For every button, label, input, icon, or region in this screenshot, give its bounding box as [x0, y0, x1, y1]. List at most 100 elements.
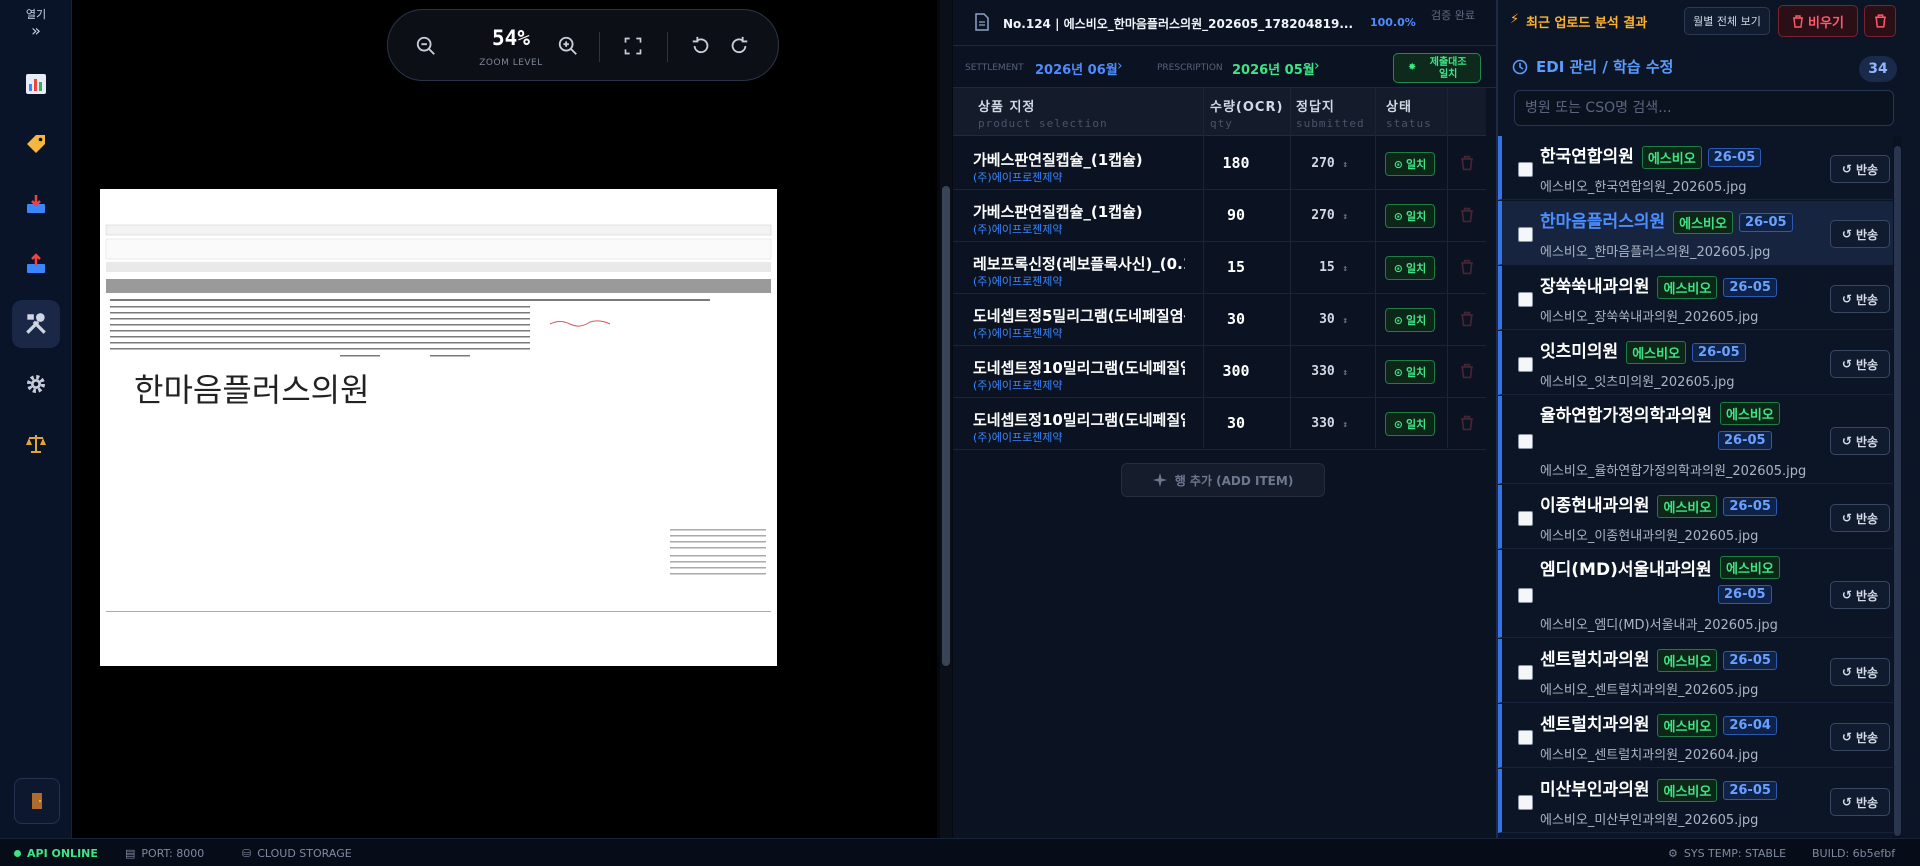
product-name[interactable]: 가베스판연질캡슐_(1캡슐) [973, 149, 1185, 170]
cso-tag: 에스비오 [1657, 275, 1718, 299]
qty-value[interactable]: 90 [1196, 206, 1276, 224]
return-button[interactable]: ↺ 반송 [1830, 723, 1890, 751]
hospital-name: 한국연합의원 에스비오 26-05 [1540, 142, 1762, 169]
nav-settings[interactable] [12, 360, 60, 408]
list-item[interactable]: 미산부인과의원 에스비오 26-05 에스비오_미산부인과의원_202605.jpg ↺… [1498, 769, 1902, 833]
qty-value[interactable]: 180 [1196, 154, 1276, 172]
table-row[interactable]: 도네셉트정5밀리그램(도네페질염산염)(주)에이프로젠제약3030 ↕⊙일치 [953, 294, 1496, 346]
check-circle-icon: ⊙ [1393, 261, 1403, 275]
list-item[interactable]: 센트럴치과의원 에스비오 26-05 에스비오_센트럴치과의원_202605.jpg ↺… [1498, 639, 1902, 703]
qty-value[interactable]: 15 [1196, 258, 1276, 276]
period-tag: 26-05 [1738, 212, 1793, 232]
submitted-number: 270 [1311, 208, 1335, 223]
fit-screen-button[interactable] [619, 32, 647, 60]
table-row[interactable]: 도네셉트정10밀리그램(도네페질염산염)(주)에이프로젠제약 30 330 ↕ ⊙일치 [953, 398, 1496, 450]
undo-icon: ↺ [1841, 162, 1852, 176]
table-row[interactable]: 도네셉트정10밀리그램(도네페질염산염)(주)에이프로젠제약 300 330 ↕ ⊙일… [953, 346, 1496, 398]
add-item-button[interactable]: 행 추가 (ADD ITEM) [1121, 463, 1325, 497]
return-button[interactable]: ↺ 반송 [1830, 155, 1890, 183]
nav-outbox[interactable] [12, 240, 60, 288]
file-name: 에스비오_한마음플러스의원_202605.jpg [1540, 245, 1771, 260]
return-button[interactable]: ↺ 반송 [1830, 220, 1890, 248]
cso-tag: 에스비오 [1657, 494, 1718, 518]
trash-icon[interactable] [1460, 155, 1474, 171]
rotate-right-button[interactable] [725, 32, 753, 60]
nav-price-tag[interactable] [12, 120, 60, 168]
nav-tools[interactable] [12, 300, 60, 348]
nav-balance[interactable] [12, 420, 60, 468]
qty-value[interactable]: 300 [1196, 362, 1276, 380]
detail-scrollbar[interactable] [1486, 88, 1496, 838]
rotate-left-button[interactable] [687, 32, 715, 60]
list-item[interactable]: 장쑥쑥내과의원 에스비오 26-05 에스비오_장쑥쑥내과의원_202605.jpg ↺… [1498, 266, 1902, 330]
manufacturer-name: (주)에이프로젠제약 [973, 327, 1063, 340]
item-checkbox[interactable] [1518, 162, 1533, 177]
item-checkbox[interactable] [1518, 730, 1533, 745]
product-name[interactable]: 레보프록신정(레보플록사신)_(0.1g/1정) [973, 253, 1185, 274]
scrollbar-thumb[interactable] [942, 186, 950, 666]
item-checkbox[interactable] [1518, 357, 1533, 372]
zoom-in-button[interactable] [554, 32, 582, 60]
hospital-name: 한마음플러스의원 에스비오 26-05 [1540, 207, 1793, 234]
scrollbar-thumb[interactable] [1894, 146, 1901, 836]
viewer-scrollbar[interactable] [940, 0, 952, 838]
return-button[interactable]: ↺ 반송 [1830, 504, 1890, 532]
product-name[interactable]: 도네셉트정10밀리그램(도네페질염산염) [973, 409, 1185, 430]
product-name[interactable]: 가베스판연질캡슐_(1캡슐) [973, 201, 1185, 222]
storage-text: CLOUD STORAGE [257, 847, 352, 860]
return-button[interactable]: ↺ 반송 [1830, 285, 1890, 313]
search-input[interactable] [1514, 90, 1894, 126]
settlement-value[interactable]: 2026년 06월 [1035, 59, 1118, 78]
item-checkbox[interactable] [1518, 292, 1533, 307]
return-button[interactable]: ↺ 반송 [1830, 788, 1890, 816]
submitted-number: 30 [1319, 312, 1335, 327]
return-button[interactable]: ↺ 반송 [1830, 350, 1890, 378]
item-checkbox[interactable] [1518, 227, 1533, 242]
trash-icon[interactable] [1460, 415, 1474, 431]
exit-button[interactable] [14, 778, 60, 824]
qty-value[interactable]: 30 [1196, 310, 1276, 328]
period-tag: 26-05 [1707, 147, 1762, 167]
qty-value[interactable]: 30 [1196, 414, 1276, 432]
table-row[interactable]: 가베스판연질캡슐_(1캡슐) (주)에이프로젠제약 90 270 ↕ ⊙ 일치 [953, 190, 1496, 242]
trash-icon[interactable] [1460, 207, 1474, 223]
item-checkbox[interactable] [1518, 511, 1533, 526]
list-item[interactable]: 센트럴치과의원 에스비오 26-04 에스비오_센트럴치과의원_202604.jpg ↺… [1498, 704, 1902, 768]
trash-icon[interactable] [1460, 363, 1474, 379]
item-checkbox[interactable] [1518, 795, 1533, 810]
status-text: 일치 [1405, 418, 1427, 431]
prescription-value[interactable]: 2026년 05월 [1232, 59, 1315, 78]
item-checkbox[interactable] [1518, 588, 1533, 603]
col-qty: 수량(OCR) qty [1210, 96, 1283, 130]
trash-icon[interactable] [1460, 259, 1474, 275]
item-checkbox[interactable] [1518, 434, 1533, 449]
list-item[interactable]: 이종현내과의원 에스비오 26-05 에스비오_이종현내과의원_202605.jpg ↺… [1498, 485, 1902, 549]
period-tag: 26-05 [1723, 277, 1777, 297]
period-tag: 26-04 [1723, 715, 1777, 735]
list-scrollbar[interactable] [1893, 136, 1902, 838]
list-item[interactable]: 한국연합의원 에스비오 26-05 에스비오_한국연합의원_202605.jpg ↺ 반송 [1498, 136, 1902, 200]
list-item[interactable]: 율하연합가정의학과의원 에스비오 26-05 에스비오_율하연합가정의학과의원_202… [1498, 396, 1902, 484]
monthly-view-button[interactable]: 월별 전체 보기 [1684, 7, 1770, 35]
list-item[interactable]: 한마음플러스의원 에스비오 26-05 에스비오_한마음플러스의원_202605.jp… [1498, 201, 1902, 265]
zoom-out-button[interactable] [412, 32, 440, 60]
list-item[interactable]: 엠디(MD)서울내과의원 에스비오 26-05 에스비오_엠디(MD)서울내과_202… [1498, 550, 1902, 638]
file-name: 에스비오_센트럴치과의원_202605.jpg [1540, 683, 1759, 698]
return-button[interactable]: ↺ 반송 [1830, 427, 1890, 455]
table-row[interactable]: 가베스판연질캡슐_(1캡슐) (주)에이프로젠제약 180 270 ↕ ⊙ 일치 [953, 138, 1496, 190]
product-name[interactable]: 도네셉트정10밀리그램(도네페질염산염) [973, 357, 1185, 378]
delete-all-button[interactable] [1864, 5, 1896, 37]
nav-inbox[interactable] [12, 180, 60, 228]
item-checkbox[interactable] [1518, 665, 1533, 680]
table-row[interactable]: 레보프록신정(레보플록사신)_(0.1g/1정)(주)에이프로젠제약1515 ↕… [953, 242, 1496, 294]
return-button[interactable]: ↺ 반송 [1830, 581, 1890, 609]
open-rail-toggle[interactable]: 열기 » [0, 6, 72, 39]
list-item[interactable]: 잇츠미의원 에스비오 26-05 에스비오_잇츠미의원_202605.jpg ↺ 반송 [1498, 331, 1902, 395]
product-name[interactable]: 도네셉트정5밀리그램(도네페질염산염) [973, 305, 1185, 326]
nav-bar-chart[interactable] [12, 60, 60, 108]
clear-button[interactable]: 비우기 [1778, 5, 1858, 37]
return-button[interactable]: ↺ 반송 [1830, 658, 1890, 686]
balance-scale-icon [26, 435, 46, 453]
trash-icon[interactable] [1460, 311, 1474, 327]
hospital-name-text: 미산부인과의원 [1540, 780, 1650, 800]
